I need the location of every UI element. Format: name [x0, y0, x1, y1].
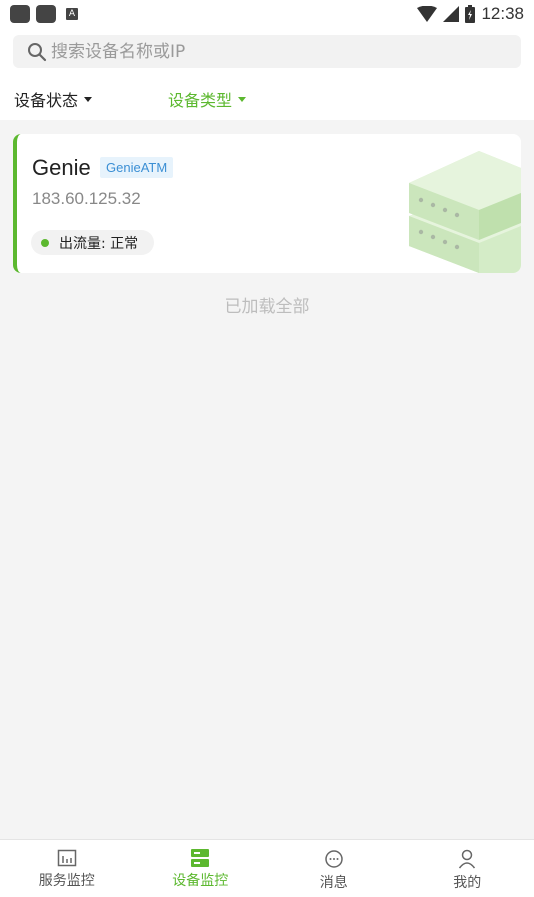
wifi-icon: [417, 6, 438, 22]
tab-profile[interactable]: 我的: [401, 840, 534, 897]
search-input[interactable]: [51, 41, 491, 62]
status-dot-icon: [41, 238, 49, 247]
tab-label: 服务监控: [38, 873, 95, 889]
tab-label: 我的: [453, 875, 482, 891]
filter-label: 设备类型: [168, 91, 233, 110]
filter-device-type[interactable]: 设备类型: [168, 87, 247, 111]
bar-chart-icon: [57, 849, 76, 867]
tab-device-monitor[interactable]: 设备监控: [134, 840, 268, 897]
chat-bubble-icon: [325, 850, 343, 868]
font-notification-icon: A: [66, 8, 78, 20]
device-type-tag: GenieATM: [100, 157, 174, 178]
list-end-text: 已加载全部: [224, 297, 310, 317]
tab-label: 消息: [319, 875, 348, 891]
app-notification-icon: [36, 5, 56, 23]
system-icons: 12:38: [417, 4, 524, 24]
device-name: Genie: [32, 155, 91, 180]
clock: 12:38: [481, 4, 524, 23]
server-illustration-icon: [409, 151, 521, 273]
tab-messages[interactable]: 消息: [267, 840, 401, 897]
status-text: 出流量: 正常: [59, 235, 139, 252]
app-notification-icon: [10, 5, 30, 23]
search-bar[interactable]: [13, 35, 521, 68]
status-badge: 出流量: 正常: [31, 230, 155, 255]
device-card[interactable]: Genie GenieATM 183.60.125.32 出流量: 正常: [13, 134, 521, 273]
cell-signal-icon: [443, 6, 460, 22]
caret-down-icon: [84, 96, 93, 102]
server-icon: [191, 849, 210, 867]
tab-label: 设备监控: [172, 873, 229, 889]
search-icon: [28, 42, 47, 61]
status-bar: A 12:38: [0, 0, 534, 30]
person-icon: [459, 849, 476, 869]
tab-service-monitor[interactable]: 服务监控: [0, 840, 134, 897]
bottom-tab-bar: 服务监控 设备监控 消息 我的: [0, 839, 534, 897]
battery-icon: [465, 5, 476, 23]
notification-icons: A: [10, 5, 78, 23]
filter-device-status[interactable]: 设备状态: [14, 87, 93, 111]
device-ip: 183.60.125.32: [32, 189, 141, 208]
caret-down-icon: [238, 96, 247, 102]
filter-label: 设备状态: [14, 91, 79, 110]
